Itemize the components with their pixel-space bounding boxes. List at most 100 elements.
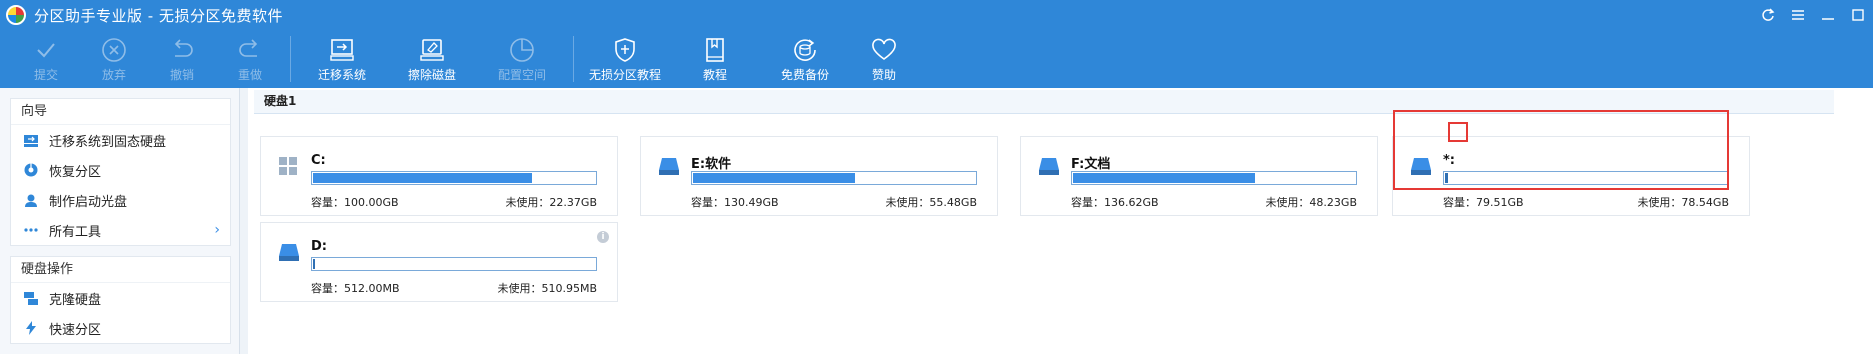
selection-highlight-box xyxy=(1393,110,1729,190)
unused-text: 未使用：55.48GB xyxy=(885,196,977,209)
app-logo-icon xyxy=(6,5,26,25)
drive-icon xyxy=(277,241,301,263)
menu-icon[interactable] xyxy=(1783,0,1813,30)
more-dots-icon xyxy=(23,222,39,238)
disk-map-area: 硬盘1 C: 容量：100.00GB 未使用：22.37GB E:软件 容量：1… xyxy=(248,88,1873,354)
window-controls xyxy=(1753,0,1873,30)
free-backup-label: 免费备份 xyxy=(780,68,829,82)
chevron-right-icon: › xyxy=(214,222,220,238)
sidebar-item-all-tools[interactable]: 所有工具 › xyxy=(11,215,230,245)
capacity-text: 容量：512.00MB xyxy=(311,282,400,295)
sponsor-button[interactable]: 赞助 xyxy=(850,30,918,88)
windows-icon xyxy=(277,155,301,177)
sidebar-item-label: 迁移系统到固态硬盘 xyxy=(49,134,167,150)
allocate-space-icon xyxy=(509,36,535,64)
wizard-panel: 向导 迁移系统到固态硬盘 恢复分区 制作启动光盘 所有工具 › xyxy=(10,98,231,246)
partition-name: E:软件 xyxy=(691,157,732,172)
allocate-space-label: 配置空间 xyxy=(497,68,546,82)
capacity-text: 容量：100.00GB xyxy=(311,196,399,209)
partition-card-c[interactable]: C: 容量：100.00GB 未使用：22.37GB xyxy=(260,136,618,216)
undo-icon xyxy=(169,36,195,64)
redo-icon xyxy=(237,36,263,64)
sidebar-item-label: 克隆硬盘 xyxy=(49,292,102,308)
undo-label: 撤销 xyxy=(169,68,194,82)
migrate-os-icon xyxy=(329,36,355,64)
heart-icon xyxy=(871,36,897,64)
info-icon[interactable]: i xyxy=(597,231,609,243)
book-icon xyxy=(704,36,726,64)
allocate-space-button[interactable]: 配置空间 xyxy=(477,30,567,88)
usage-fill xyxy=(1073,173,1255,183)
sidebar-item-label: 恢复分区 xyxy=(49,164,102,180)
partition-card-d[interactable]: D: 容量：512.00MB 未使用：510.95MB i xyxy=(260,222,618,302)
usage-fill xyxy=(313,173,532,183)
backup-icon xyxy=(792,36,818,64)
sidebar-item-recover-partition[interactable]: 恢复分区 xyxy=(11,155,230,185)
migrate-os-label: 迁移系统 xyxy=(317,68,366,82)
sidebar-item-label: 快速分区 xyxy=(49,322,102,338)
disk-ops-heading: 硬盘操作 xyxy=(11,257,230,283)
capacity-text: 容量：136.62GB xyxy=(1071,196,1159,209)
discard-label: 放弃 xyxy=(101,68,126,82)
lossless-tutorial-label: 无损分区教程 xyxy=(588,68,661,82)
drive-icon xyxy=(657,155,681,177)
partition-name: C: xyxy=(311,153,326,168)
unused-text: 未使用：22.37GB xyxy=(505,196,597,209)
lightning-icon xyxy=(23,320,39,336)
unused-text: 未使用：48.23GB xyxy=(1265,196,1357,209)
toolbar: 提交 放弃 撤销 重做 迁移系统 擦除磁盘 配置空间 无损分区教程 教程 免费备… xyxy=(0,30,1873,88)
name-highlight-box xyxy=(1448,122,1468,142)
sidebar-item-clone-disk[interactable]: 克隆硬盘 xyxy=(11,283,230,313)
partition-name: F:文档 xyxy=(1071,157,1111,172)
title-bar: 分区助手专业版 - 无损分区免费软件 xyxy=(0,0,1873,30)
usage-fill xyxy=(693,173,855,183)
usage-fill xyxy=(313,259,315,269)
drive-icon xyxy=(1037,155,1061,177)
maximize-icon[interactable] xyxy=(1843,0,1873,30)
unused-text: 未使用：78.54GB xyxy=(1637,196,1729,209)
boot-disc-icon xyxy=(23,192,39,208)
tutorial-button[interactable]: 教程 xyxy=(670,30,760,88)
sidebar-item-migrate-ssd[interactable]: 迁移系统到固态硬盘 xyxy=(11,125,230,155)
sidebar-item-boot-disc[interactable]: 制作启动光盘 xyxy=(11,185,230,215)
clone-disk-icon xyxy=(23,290,39,306)
lossless-tutorial-button[interactable]: 无损分区教程 xyxy=(580,30,670,88)
wipe-disk-button[interactable]: 擦除磁盘 xyxy=(387,30,477,88)
window-title: 分区助手专业版 - 无损分区免费软件 xyxy=(34,6,283,25)
toolbar-separator xyxy=(290,36,291,82)
check-icon xyxy=(34,36,58,64)
wipe-disk-label: 擦除磁盘 xyxy=(407,68,456,82)
ssd-migrate-icon xyxy=(23,132,39,148)
partition-card-f[interactable]: F:文档 容量：136.62GB 未使用：48.23GB xyxy=(1020,136,1378,216)
submit-label: 提交 xyxy=(33,68,58,82)
sidebar-item-label: 所有工具 xyxy=(49,224,102,240)
redo-button[interactable]: 重做 xyxy=(216,30,284,88)
partition-name: D: xyxy=(311,239,327,254)
unused-text: 未使用：510.95MB xyxy=(497,282,597,295)
wipe-disk-icon xyxy=(419,36,445,64)
usage-bar xyxy=(311,257,597,271)
capacity-text: 容量：79.51GB xyxy=(1443,196,1524,209)
wizard-heading: 向导 xyxy=(11,99,230,125)
discard-button[interactable]: 放弃 xyxy=(80,30,148,88)
capacity-text: 容量：130.49GB xyxy=(691,196,779,209)
migrate-os-button[interactable]: 迁移系统 xyxy=(297,30,387,88)
undo-button[interactable]: 撤销 xyxy=(148,30,216,88)
partition-card-e[interactable]: E:软件 容量：130.49GB 未使用：55.48GB xyxy=(640,136,998,216)
usage-bar xyxy=(1071,171,1357,185)
usage-bar xyxy=(691,171,977,185)
minimize-icon[interactable] xyxy=(1813,0,1843,30)
usage-bar xyxy=(311,171,597,185)
sidebar: 向导 迁移系统到固态硬盘 恢复分区 制作启动光盘 所有工具 › 硬盘操作 克隆硬… xyxy=(0,88,240,354)
redo-label: 重做 xyxy=(237,68,262,82)
tutorial-label: 教程 xyxy=(702,68,727,82)
sidebar-item-quick-partition[interactable]: 快速分区 xyxy=(11,313,230,343)
toolbar-separator xyxy=(573,36,574,82)
free-backup-button[interactable]: 免费备份 xyxy=(760,30,850,88)
disk-ops-panel: 硬盘操作 克隆硬盘 快速分区 xyxy=(10,256,231,344)
shield-icon xyxy=(613,36,637,64)
refresh-icon[interactable] xyxy=(1753,0,1783,30)
submit-button[interactable]: 提交 xyxy=(12,30,80,88)
sponsor-label: 赞助 xyxy=(871,68,896,82)
sidebar-item-label: 制作启动光盘 xyxy=(49,194,128,210)
